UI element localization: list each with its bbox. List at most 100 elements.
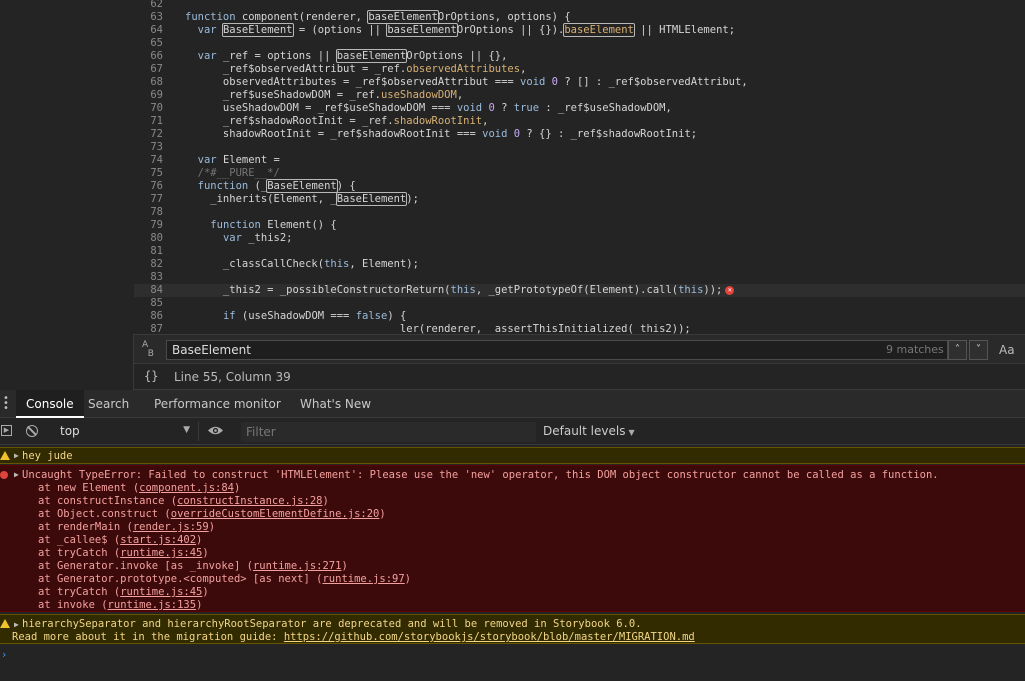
replace-toggle-icon[interactable]: A B	[142, 341, 154, 359]
line-number[interactable]: 82	[134, 258, 163, 271]
code-line[interactable]: 82 _classCallCheck(this, Element);	[134, 258, 1025, 271]
line-number[interactable]: 84	[134, 284, 163, 297]
eye-icon[interactable]	[207, 425, 224, 436]
clear-console-icon[interactable]	[26, 425, 38, 437]
line-number[interactable]: 74	[134, 154, 163, 167]
code-line[interactable]: 66 var _ref = options || baseElementOrOp…	[134, 49, 1025, 63]
code-line[interactable]: 69 _ref$useShadowDOM = _ref.useShadowDOM…	[134, 89, 1025, 102]
code-line[interactable]: 71 _ref$shadowRootInit = _ref.shadowRoot…	[134, 115, 1025, 128]
line-number[interactable]: 87	[134, 323, 163, 334]
code-line[interactable]: 74 var Element =	[134, 154, 1025, 167]
stack-frame: at Object.construct (overrideCustomEleme…	[38, 508, 386, 521]
code-line[interactable]: 68 observedAttributes = _ref$observedAtt…	[134, 76, 1025, 89]
source-link[interactable]: runtime.js:135	[108, 599, 197, 611]
line-number[interactable]: 65	[134, 37, 163, 50]
tab-console[interactable]: Console	[16, 390, 84, 418]
code-text: function Element() {	[210, 219, 337, 231]
line-number[interactable]: 80	[134, 232, 163, 245]
line-number[interactable]: 73	[134, 141, 163, 154]
code-line[interactable]: 67 _ref$observedAttribut = _ref.observed…	[134, 63, 1025, 76]
code-line[interactable]: 84 _this2 = _possibleConstructorReturn(t…	[134, 284, 1025, 297]
code-line[interactable]: 81	[134, 245, 1025, 258]
chevron-up-icon: ˄	[955, 344, 960, 355]
filter-input[interactable]: Filter	[241, 422, 536, 442]
code-line[interactable]: 78	[134, 206, 1025, 219]
stack-frame-text: at invoke (	[38, 599, 108, 611]
line-number[interactable]: 85	[134, 297, 163, 310]
expand-triangle-icon[interactable]: ▶	[14, 449, 19, 462]
source-link[interactable]: runtime.js:45	[120, 586, 202, 598]
source-link[interactable]: runtime.js:97	[322, 573, 404, 585]
find-input[interactable]: BaseElement	[166, 340, 948, 360]
code-line[interactable]: 73	[134, 141, 1025, 154]
console-messages: ▶ hey jude ▶ Uncaught TypeError: Failed to …	[0, 445, 1025, 681]
console-prompt[interactable]: ›	[2, 648, 6, 661]
code-line[interactable]: 75 /*#__PURE__*/	[134, 167, 1025, 180]
stack-frame-text: at tryCatch (	[38, 586, 121, 598]
tab-search[interactable]: Search	[78, 390, 139, 418]
source-link[interactable]: render.js:59	[133, 521, 209, 533]
migration-guide-link[interactable]: https://github.com/storybookjs/storybook…	[284, 631, 695, 643]
source-link[interactable]: start.js:402	[120, 534, 196, 546]
expand-triangle-icon[interactable]: ▶	[14, 468, 19, 481]
code-line[interactable]: 62	[134, 0, 1025, 11]
find-bar: A B BaseElement 9 matches ˄ ˅ Aa	[134, 334, 1025, 364]
code-line[interactable]: 70 useShadowDOM = _ref$useShadowDOM === …	[134, 102, 1025, 115]
code-line[interactable]: 65	[134, 37, 1025, 50]
line-number[interactable]: 77	[134, 193, 163, 206]
line-number[interactable]: 66	[134, 50, 163, 63]
stack-frame: at Generator.invoke [as _invoke] (runtim…	[38, 560, 348, 573]
context-selector[interactable]: top ▼	[60, 424, 190, 438]
line-number[interactable]: 68	[134, 76, 163, 89]
line-number[interactable]: 79	[134, 219, 163, 232]
tab-performance-monitor[interactable]: Performance monitor	[144, 390, 291, 418]
code-line[interactable]: 86 if (useShadowDOM === false) {	[134, 310, 1025, 323]
code-line[interactable]: 64 var BaseElement = (options || baseEle…	[134, 23, 1025, 37]
line-number[interactable]: 75	[134, 167, 163, 180]
code-line[interactable]: 80 var _this2;	[134, 232, 1025, 245]
line-number[interactable]: 63	[134, 11, 163, 24]
match-case-button[interactable]: Aa	[999, 343, 1015, 357]
previous-match-button[interactable]: ˄	[948, 340, 967, 360]
line-number[interactable]: 62	[134, 0, 163, 11]
code-line[interactable]: 63 function component(renderer, baseEleme…	[134, 10, 1025, 24]
code-line[interactable]: 83	[134, 271, 1025, 284]
source-link[interactable]: constructInstance.js:28	[177, 495, 322, 507]
code-editor[interactable]: 62 63 function component(renderer, baseEle…	[0, 0, 1025, 334]
next-match-button[interactable]: ˅	[969, 340, 988, 360]
line-number[interactable]: 86	[134, 310, 163, 323]
tab-whats-new[interactable]: What's New	[290, 390, 381, 418]
code-line[interactable]: 87 ler(renderer, _assertThisInitialized(…	[134, 323, 1025, 334]
source-link[interactable]: runtime.js:271	[253, 560, 342, 572]
line-number[interactable]: 78	[134, 206, 163, 219]
pretty-print-icon[interactable]: {}	[144, 369, 158, 383]
log-levels-dropdown[interactable]: Default levels ▼	[543, 424, 635, 438]
code-line[interactable]: 79 function Element() {	[134, 219, 1025, 232]
code-line[interactable]: 85	[134, 297, 1025, 310]
line-number[interactable]: 64	[134, 24, 163, 37]
source-link[interactable]: overrideCustomElementDefine.js:20	[171, 508, 380, 520]
code-text: var _ref = options || baseElementOrOptio…	[197, 49, 508, 63]
console-sidebar-toggle-icon[interactable]: ▶	[1, 425, 12, 436]
line-number[interactable]: 72	[134, 128, 163, 141]
line-number[interactable]: 83	[134, 271, 163, 284]
line-number[interactable]: 70	[134, 102, 163, 115]
more-tools-icon[interactable]: • • •	[3, 394, 9, 414]
line-number[interactable]: 69	[134, 89, 163, 102]
source-link[interactable]: component.js:84	[139, 482, 234, 494]
code-text: _this2 = _possibleConstructorReturn(this…	[185, 284, 735, 297]
warning-icon	[0, 451, 10, 460]
code-line[interactable]: 76 function (_BaseElement) {	[134, 179, 1025, 193]
expand-triangle-icon[interactable]: ▶	[14, 618, 19, 631]
warning-icon	[0, 619, 10, 628]
line-number[interactable]: 67	[134, 63, 163, 76]
stack-frame-text: )	[341, 560, 348, 572]
error-marker-icon[interactable]: ×	[725, 285, 735, 295]
code-line[interactable]: 72 shadowRootInit = _ref$shadowRootInit …	[134, 128, 1025, 141]
line-number[interactable]: 81	[134, 245, 163, 258]
line-number[interactable]: 71	[134, 115, 163, 128]
console-error: ▶ Uncaught TypeError: Failed to construct…	[0, 465, 1025, 612]
line-number[interactable]: 76	[134, 180, 163, 193]
source-link[interactable]: runtime.js:45	[120, 547, 202, 559]
code-line[interactable]: 77 _inherits(Element, _BaseElement);	[134, 192, 1025, 206]
